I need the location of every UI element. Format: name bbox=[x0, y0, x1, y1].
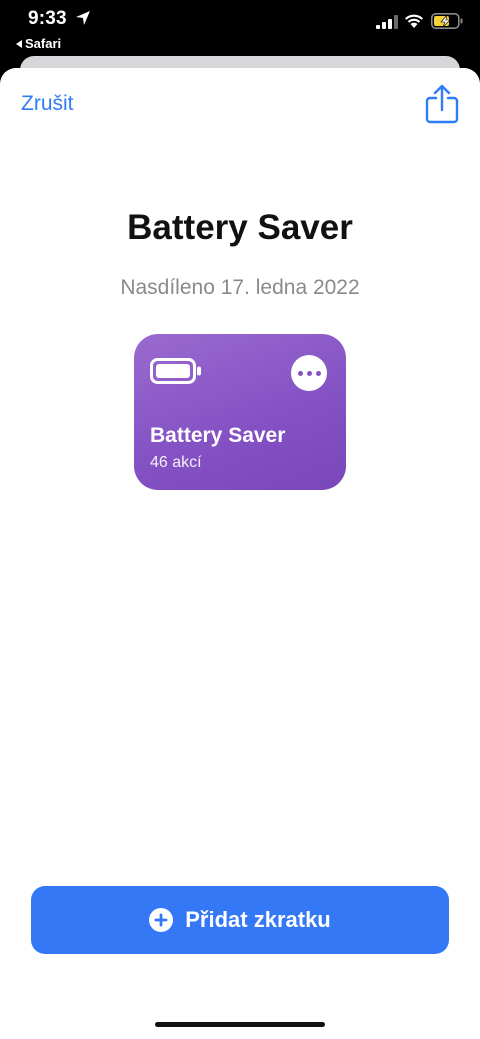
location-arrow-icon bbox=[76, 11, 90, 25]
add-shortcut-label: Přidat zkratku bbox=[185, 907, 331, 932]
home-indicator[interactable] bbox=[155, 1022, 325, 1027]
shortcut-card-name: Battery Saver bbox=[150, 424, 286, 447]
status-time: 9:33 bbox=[28, 8, 67, 29]
ellipsis-icon bbox=[297, 370, 303, 376]
plus-circle-icon bbox=[149, 908, 174, 932]
status-bar: 9:33 Safari bbox=[0, 0, 480, 56]
share-icon[interactable] bbox=[424, 84, 460, 124]
cancel-button[interactable]: Zrušit bbox=[21, 92, 74, 116]
battery-charging-icon bbox=[431, 13, 463, 29]
wifi-icon bbox=[405, 14, 423, 28]
back-to-app-button[interactable]: Safari bbox=[16, 36, 61, 51]
signal-icon bbox=[376, 15, 398, 29]
battery-icon bbox=[150, 358, 201, 384]
shared-date: Nasdíleno 17. ledna 2022 bbox=[120, 276, 360, 299]
back-triangle-icon bbox=[16, 39, 22, 48]
shortcut-sheet: Zrušit Battery Saver Nasdíleno 17. ledna… bbox=[0, 68, 480, 1039]
shortcut-card[interactable]: Battery Saver 46 akcí bbox=[134, 334, 346, 490]
shortcut-more-button[interactable] bbox=[291, 355, 327, 391]
page-title: Battery Saver bbox=[127, 208, 353, 247]
add-shortcut-button[interactable]: Přidat zkratku bbox=[31, 886, 449, 954]
back-app-label: Safari bbox=[25, 36, 62, 51]
shortcut-actions-count: 46 akcí bbox=[150, 454, 202, 471]
